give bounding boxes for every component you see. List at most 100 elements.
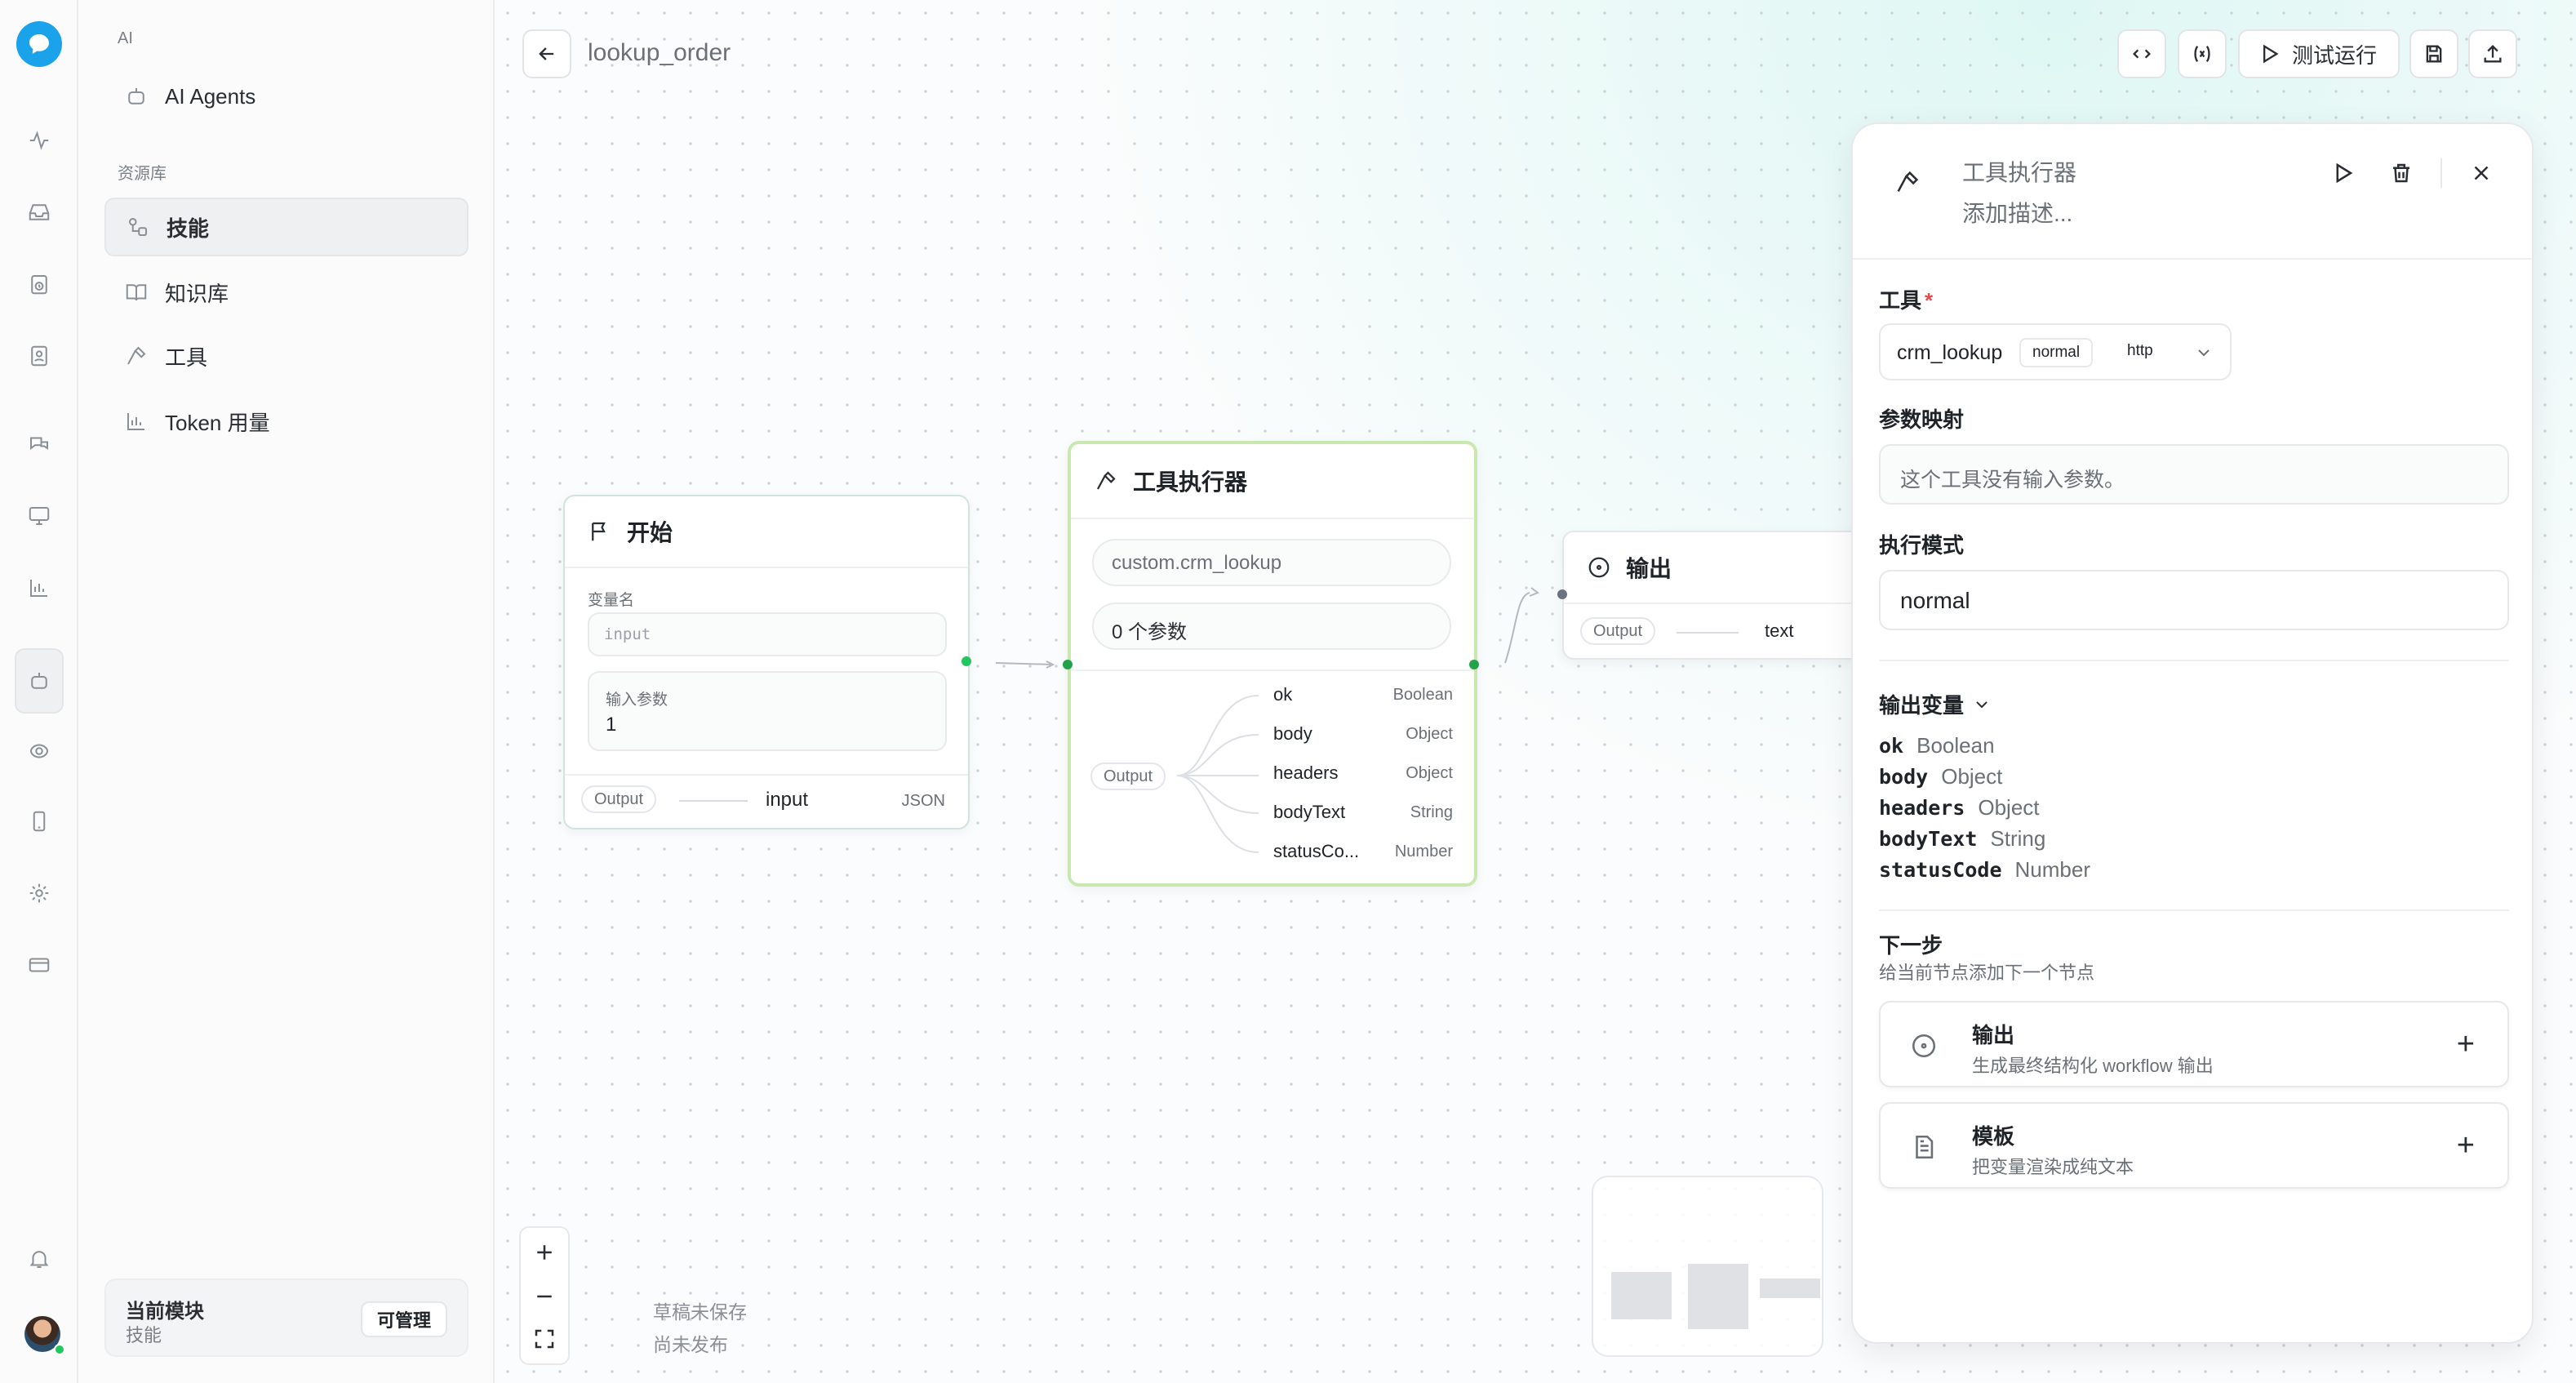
- trash-icon: [2393, 163, 2409, 183]
- output-input-handle[interactable]: [1557, 589, 1567, 599]
- output-line: [1677, 632, 1739, 634]
- divider: [1071, 669, 1474, 671]
- monitor-icon[interactable]: [20, 496, 59, 536]
- tool-output-body: body Object: [1273, 723, 1453, 763]
- tool-select-value: crm_lookup: [1897, 341, 2003, 364]
- output-name: headers: [1273, 763, 1339, 783]
- online-status-dot: [54, 1344, 65, 1355]
- app-logo-icon[interactable]: [16, 21, 62, 67]
- contact-card-icon[interactable]: [20, 336, 59, 376]
- close-panel-button[interactable]: [2465, 157, 2498, 189]
- chevron-down-icon: [2198, 349, 2210, 357]
- skills-icon: [129, 218, 147, 236]
- minimap-node: [1760, 1278, 1820, 1298]
- bar-chart-icon[interactable]: [20, 568, 59, 607]
- draft-status: 草稿未保存: [653, 1301, 747, 1323]
- output-var-name: statusCode: [1879, 858, 2002, 882]
- output-var-headers: headers Object: [1879, 795, 2040, 820]
- bell-icon[interactable]: [20, 1239, 59, 1278]
- user-avatar[interactable]: [24, 1316, 65, 1355]
- sidebar-item-knowledge[interactable]: 知识库: [104, 263, 469, 322]
- next-step-label: 下一步: [1879, 933, 1943, 958]
- tool-output-bodytext: bodyText String: [1273, 802, 1453, 841]
- mobile-device-icon[interactable]: [20, 802, 59, 841]
- output-var-name: body: [1879, 765, 1929, 789]
- sidebar-item-label: 工具: [165, 345, 208, 370]
- output-var-type: Object: [1978, 795, 2040, 820]
- inbox-icon[interactable]: [20, 193, 59, 232]
- add-icon[interactable]: +: [2457, 1128, 2475, 1163]
- zoom-out-button[interactable]: [528, 1280, 561, 1313]
- input-param-field[interactable]: 输入参数 1: [588, 671, 947, 751]
- clipboard-clock-icon[interactable]: [20, 265, 59, 304]
- bot-icon[interactable]: [15, 648, 64, 714]
- param-mapping-box: 这个工具没有输入参数。: [1879, 444, 2509, 505]
- activity-icon[interactable]: [20, 121, 59, 160]
- output-node-title: 输出: [1626, 556, 1672, 581]
- output-line: [679, 800, 748, 802]
- output-type: Number: [1394, 843, 1453, 860]
- exec-mode-input[interactable]: normal: [1879, 570, 2509, 630]
- panel-title[interactable]: 工具执行器: [1962, 155, 2076, 188]
- next-option-title: 输出: [1972, 1023, 2015, 1047]
- next-option-desc: 生成最终结构化 workflow 输出: [1972, 1056, 2214, 1076]
- settings-gear-icon[interactable]: [20, 874, 59, 913]
- current-module-name: 技能: [126, 1325, 162, 1345]
- next-option-output[interactable]: 输出 生成最终结构化 workflow 输出 +: [1879, 1001, 2509, 1087]
- exec-mode-label: 执行模式: [1879, 533, 1965, 558]
- output-name: body: [1273, 723, 1312, 744]
- output-var-statuscode: statusCode Number: [1879, 857, 2090, 883]
- param-mapping-empty: 这个工具没有输入参数。: [1900, 469, 2125, 491]
- output-var-type: Number: [2014, 857, 2090, 882]
- run-node-button[interactable]: [2326, 157, 2359, 189]
- tool-output-handle[interactable]: [1469, 660, 1479, 669]
- divider: [1879, 909, 2509, 911]
- variable-name-input[interactable]: input: [588, 612, 947, 656]
- output-node-header: 输出: [1564, 532, 1887, 604]
- manage-button[interactable]: 可管理: [360, 1301, 447, 1337]
- tool-output-statuscode: statusCo... Number: [1273, 841, 1453, 880]
- start-node[interactable]: 开始 变量名 input 输入参数 1 Output input JSON: [563, 495, 971, 829]
- description-input[interactable]: 添加描述...: [1962, 196, 2072, 229]
- minimap-node: [1688, 1264, 1748, 1329]
- param-count-field[interactable]: 0 个参数: [1092, 603, 1451, 650]
- output-vars-label: 输出变量: [1879, 693, 1965, 718]
- circle-dot-icon: [1588, 557, 1610, 578]
- start-output-type: JSON: [901, 792, 945, 810]
- output-var-name: bodyText: [1879, 827, 1978, 851]
- minimap[interactable]: [1592, 1176, 1823, 1357]
- output-var-name: ok: [1879, 734, 1904, 758]
- next-option-template[interactable]: 模板 把变量渲染成纯文本 +: [1879, 1102, 2509, 1189]
- output-badge: Output: [1580, 617, 1656, 645]
- delete-node-button[interactable]: [2385, 157, 2418, 189]
- start-output-handle[interactable]: [962, 656, 971, 666]
- tool-type-tag: http: [2127, 342, 2153, 359]
- sidebar-item-skills[interactable]: 技能: [104, 198, 469, 256]
- output-vars-toggle[interactable]: 输出变量: [1879, 689, 1992, 719]
- fit-view-button[interactable]: [528, 1323, 561, 1355]
- sidebar-item-ai-agents[interactable]: AI Agents: [104, 67, 469, 126]
- divider: [2441, 158, 2442, 188]
- start-output-name: input: [766, 789, 809, 811]
- output-name: ok: [1273, 684, 1293, 705]
- tool-input-handle[interactable]: [1063, 660, 1073, 669]
- bar-chart-icon: [127, 413, 144, 430]
- circle-dot-icon: [1912, 1034, 1936, 1058]
- zoom-in-button[interactable]: [528, 1236, 561, 1269]
- tool-node-title: 工具执行器: [1133, 469, 1248, 495]
- tool-select[interactable]: crm_lookup normal http: [1879, 323, 2232, 380]
- sidebar-item-tools[interactable]: 工具: [104, 327, 469, 385]
- exec-mode-value: normal: [1900, 588, 1970, 613]
- credit-card-icon[interactable]: [20, 945, 59, 985]
- sidebar-item-token-usage[interactable]: Token 用量: [104, 392, 469, 451]
- tool-id-field[interactable]: custom.crm_lookup: [1092, 539, 1451, 586]
- publish-status: 尚未发布: [653, 1334, 728, 1355]
- chat-bubbles-icon[interactable]: [20, 425, 59, 464]
- tool-executor-node[interactable]: 工具执行器 custom.crm_lookup 0 个参数 Output ok B…: [1063, 441, 1479, 887]
- sidebar-group-ai: AI: [118, 29, 133, 47]
- output-type: Object: [1406, 764, 1453, 782]
- orbit-icon[interactable]: [20, 732, 59, 771]
- close-icon: [2474, 166, 2489, 180]
- output-node[interactable]: 输出 Output text: [1557, 531, 1889, 660]
- add-icon[interactable]: +: [2457, 1027, 2475, 1062]
